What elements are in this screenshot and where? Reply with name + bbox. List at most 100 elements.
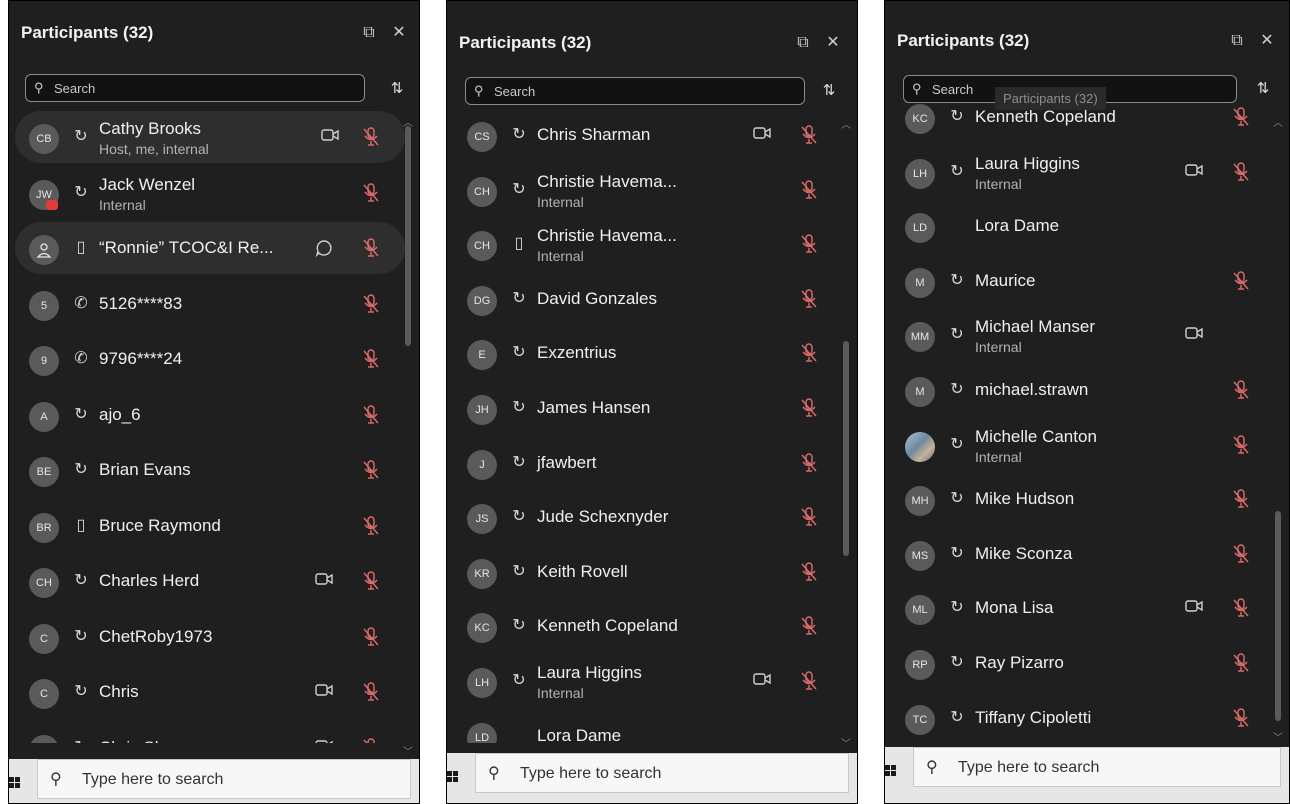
mic-muted-icon[interactable] — [363, 737, 381, 743]
camera-icon[interactable] — [315, 683, 333, 701]
camera-icon[interactable] — [321, 128, 339, 146]
scrollbar[interactable] — [1275, 511, 1281, 721]
mic-muted-icon[interactable] — [801, 562, 819, 582]
windows-logo-icon[interactable] — [447, 771, 459, 783]
windows-logo-icon[interactable] — [885, 765, 897, 777]
participant-row[interactable]: BR ▯ Bruce Raymond — [9, 500, 399, 552]
camera-icon[interactable] — [1185, 163, 1203, 181]
camera-icon[interactable] — [753, 672, 771, 690]
participant-row[interactable]: C ↻ Chris — [9, 666, 399, 718]
scrollbar[interactable] — [405, 126, 411, 346]
participant-row[interactable]: LD Lora Dame — [447, 710, 837, 743]
participant-row[interactable]: M ↻ Maurice — [885, 255, 1275, 307]
participant-row[interactable]: CH ↻ Charles Herd — [9, 555, 399, 607]
mic-muted-icon[interactable] — [363, 515, 381, 536]
participant-row[interactable]: 9 ✆ 9796****24 — [9, 333, 399, 385]
participant-row[interactable]: ML ↻ Mona Lisa — [885, 582, 1275, 634]
mic-muted-icon[interactable] — [801, 671, 819, 691]
mic-muted-icon[interactable] — [1233, 653, 1251, 673]
mic-muted-icon[interactable] — [363, 349, 381, 369]
search-input[interactable]: ⚲ Search — [465, 77, 805, 105]
mic-muted-icon[interactable] — [801, 289, 819, 309]
participant-row[interactable]: DG ↻ David Gonzales — [447, 273, 837, 325]
mic-muted-icon[interactable] — [1233, 271, 1251, 291]
participant-row[interactable]: LD Lora Dame — [885, 200, 1275, 252]
mic-muted-icon[interactable] — [801, 179, 819, 200]
mic-muted-icon[interactable] — [1233, 707, 1251, 728]
popout-icon[interactable]: ⧉ — [793, 33, 813, 53]
participant-row[interactable]: ▯ “Ronnie” TCOC&I Re... — [15, 222, 405, 274]
participant-row[interactable]: A ↻ ajo_6 — [9, 389, 399, 441]
participant-row[interactable]: KC ↻ Kenneth Copeland — [447, 600, 837, 652]
participant-row[interactable]: LH ↻ Laura Higgins Internal — [447, 655, 837, 707]
mic-muted-icon[interactable] — [801, 616, 819, 636]
scroll-down-icon[interactable]: ﹀ — [1273, 729, 1283, 744]
scroll-up-icon[interactable]: ︿ — [841, 116, 851, 131]
participant-row[interactable]: RP ↻ Ray Pizarro — [885, 637, 1275, 689]
participant-row[interactable]: ↻ Michelle Canton Internal — [885, 419, 1275, 471]
participant-row[interactable]: BE ↻ Brian Evans — [9, 444, 399, 496]
mic-muted-icon[interactable] — [363, 127, 381, 147]
mic-muted-icon[interactable] — [363, 571, 381, 591]
participant-row[interactable]: MM ↻ Michael Manser Internal — [885, 309, 1275, 361]
popout-icon[interactable]: ⧉ — [359, 23, 379, 43]
participant-row[interactable]: E ↻ Exzentrius — [447, 327, 837, 379]
mic-muted-icon[interactable] — [801, 507, 819, 527]
participant-row[interactable]: CH ▯ Christie Havema... Internal — [447, 218, 837, 270]
participant-row[interactable]: CS ↻ Chris Sharman — [447, 109, 837, 161]
windows-logo-icon[interactable] — [9, 777, 21, 789]
close-icon[interactable]: ✕ — [823, 33, 843, 53]
camera-icon[interactable] — [315, 572, 333, 590]
sort-icon[interactable]: ⇅ — [817, 81, 841, 99]
mic-muted-icon[interactable] — [801, 125, 819, 145]
participant-row[interactable]: KC ↻ Kenneth Copeland — [885, 91, 1275, 143]
participant-row[interactable]: MH ↻ Mike Hudson — [885, 473, 1275, 525]
mic-muted-icon[interactable] — [801, 343, 819, 363]
participant-row[interactable]: CS ↻ Chris Sharman — [9, 722, 399, 743]
close-icon[interactable]: ✕ — [389, 23, 409, 43]
participant-row[interactable]: 5 ✆ 5126****83 — [9, 278, 399, 330]
mic-muted-icon[interactable] — [1233, 489, 1251, 509]
participant-row[interactable]: J ↻ jfawbert — [447, 437, 837, 489]
mic-muted-icon[interactable] — [1233, 107, 1251, 127]
mic-muted-icon[interactable] — [363, 404, 381, 425]
mic-muted-icon[interactable] — [363, 238, 381, 258]
scroll-up-icon[interactable]: ︿ — [403, 114, 413, 129]
participant-row[interactable]: JW ↻ Jack Wenzel Internal — [9, 167, 399, 219]
mic-muted-icon[interactable] — [1233, 380, 1251, 400]
camera-icon[interactable] — [1185, 599, 1203, 617]
participant-row[interactable]: CB ↻ Cathy Brooks Host, me, internal — [15, 111, 405, 163]
chat-icon[interactable] — [315, 239, 333, 258]
popout-icon[interactable]: ⧉ — [1227, 31, 1247, 51]
mic-muted-icon[interactable] — [363, 626, 381, 647]
participant-row[interactable]: MS ↻ Mike Sconza — [885, 528, 1275, 580]
mic-muted-icon[interactable] — [363, 460, 381, 480]
participant-row[interactable]: JH ↻ James Hansen — [447, 382, 837, 434]
camera-icon[interactable] — [315, 739, 333, 743]
mic-muted-icon[interactable] — [1233, 161, 1251, 182]
participant-row[interactable]: LH ↻ Laura Higgins Internal — [885, 146, 1275, 198]
close-icon[interactable]: ✕ — [1257, 31, 1277, 51]
participant-row[interactable]: C ↻ ChetRoby1973 — [9, 611, 399, 663]
participant-row[interactable]: JS ↻ Jude Schexnyder — [447, 491, 837, 543]
participant-row[interactable]: TC ↻ Tiffany Cipoletti — [885, 692, 1275, 743]
participant-row[interactable]: M ↻ michael.strawn — [885, 364, 1275, 416]
scroll-down-icon[interactable]: ﹀ — [403, 743, 413, 758]
mic-muted-icon[interactable] — [1233, 598, 1251, 618]
mic-muted-icon[interactable] — [363, 293, 381, 314]
mic-muted-icon[interactable] — [363, 682, 381, 702]
taskbar-search-box[interactable]: ⚲ Type here to search — [475, 753, 849, 793]
taskbar-search-box[interactable]: ⚲ Type here to search — [37, 759, 411, 799]
scroll-up-icon[interactable]: ︿ — [1273, 114, 1283, 129]
mic-muted-icon[interactable] — [801, 234, 819, 254]
participant-row[interactable]: CH ↻ Christie Havema... Internal — [447, 164, 837, 216]
participant-row[interactable]: KR ↻ Keith Rovell — [447, 546, 837, 598]
search-input[interactable]: ⚲ Search — [25, 74, 365, 102]
mic-muted-icon[interactable] — [801, 398, 819, 418]
scroll-down-icon[interactable]: ﹀ — [841, 735, 851, 750]
mic-muted-icon[interactable] — [1233, 434, 1251, 455]
camera-icon[interactable] — [1185, 326, 1203, 344]
mic-muted-icon[interactable] — [1233, 544, 1251, 564]
mic-muted-icon[interactable] — [801, 452, 819, 473]
camera-icon[interactable] — [753, 126, 771, 144]
